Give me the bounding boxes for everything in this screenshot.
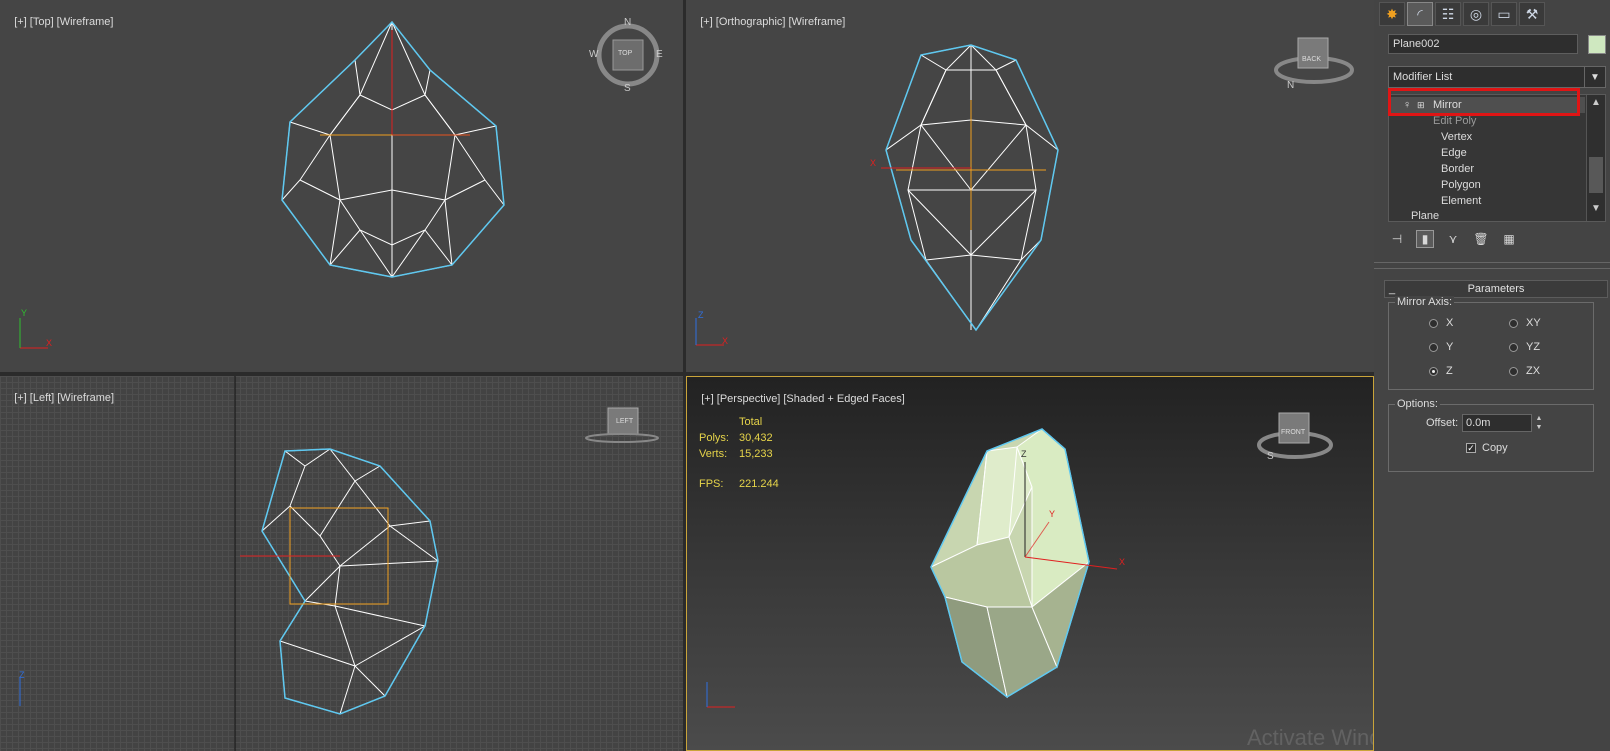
gizmo-z-label: Z xyxy=(1021,449,1027,459)
axis-zx-radio[interactable]: ZX xyxy=(1509,365,1540,377)
compass-w: W xyxy=(589,49,599,60)
gizmo-x-label: X xyxy=(1119,557,1126,567)
stack-item-plane[interactable]: Plane xyxy=(1411,208,1439,224)
object-color-swatch[interactable] xyxy=(1588,35,1606,54)
viewcube-back[interactable]: BACK xyxy=(1302,56,1321,63)
stack-item-polygon[interactable]: Polygon xyxy=(1441,177,1481,193)
stack-item-element[interactable]: Element xyxy=(1441,193,1481,209)
options-title: Options: xyxy=(1395,398,1440,410)
display-icon[interactable]: ▭ xyxy=(1491,2,1517,26)
activate-windows-watermark: Activate Windows xyxy=(1247,725,1373,750)
offset-label: Offset: xyxy=(1426,417,1459,429)
axis-z-label: Z xyxy=(19,670,25,680)
compass-s: S xyxy=(1267,451,1274,462)
divider xyxy=(1374,262,1610,263)
command-panel-tabs: ✸ ◜ ☷ ◎ ▭ ⚒ xyxy=(1379,2,1545,26)
axis-xy-radio[interactable]: XY xyxy=(1509,317,1541,329)
stack-item-vertex[interactable]: Vertex xyxy=(1441,129,1472,145)
divider xyxy=(1374,268,1610,269)
copy-label: Copy xyxy=(1482,442,1508,454)
compass-e: E xyxy=(656,49,663,60)
viewcube-top[interactable]: TOP xyxy=(618,50,632,57)
ortho-wireframe xyxy=(695,37,1354,346)
create-icon[interactable]: ✸ xyxy=(1379,2,1405,26)
persp-shaded-mesh xyxy=(706,412,1333,708)
viewport-orthographic[interactable]: [+] [Orthographic] [Wireframe] BACK N X Z … xyxy=(686,0,1374,372)
utilities-icon[interactable]: ⚒ xyxy=(1519,2,1545,26)
mirror-axis-group: Mirror Axis: X XY Y YZ Z ZX xyxy=(1388,296,1594,390)
axis-y-label: Y xyxy=(21,308,28,318)
command-panel: ✸ ◜ ☷ ◎ ▭ ⚒ Plane002 Modifier List ▼ ♀ ⊞ Mirr… xyxy=(1374,0,1610,751)
stack-item-edge[interactable]: Edge xyxy=(1441,145,1467,161)
copy-checkbox[interactable]: ✓ Copy xyxy=(1466,442,1508,454)
make-unique-icon[interactable]: ⋎ xyxy=(1444,230,1462,248)
axis-y-radio[interactable]: Y xyxy=(1429,341,1453,353)
axis-x-label: X xyxy=(46,338,53,348)
viewport-perspective[interactable]: [+] [Perspective] [Shaded + Edged Faces] T… xyxy=(686,376,1374,751)
pivot-x-label: X xyxy=(870,158,877,168)
collapse-icon[interactable]: _ xyxy=(1389,281,1395,297)
stack-scrollbar[interactable]: ▲ ▼ xyxy=(1586,95,1605,221)
scroll-up-icon[interactable]: ▲ xyxy=(1587,97,1605,111)
remove-modifier-icon[interactable]: 🗑 xyxy=(1472,230,1490,248)
compass-n: N xyxy=(1287,80,1295,91)
configure-modifier-sets-icon[interactable]: ▦ xyxy=(1500,230,1518,248)
checkbox-check-icon[interactable]: ✓ xyxy=(1466,443,1476,453)
show-end-result-icon[interactable]: ▮ xyxy=(1416,230,1434,248)
left-wireframe xyxy=(19,376,659,751)
axis-x-label: X xyxy=(722,336,729,346)
top-wireframe xyxy=(19,20,660,349)
modifier-list-label: Modifier List xyxy=(1393,71,1453,83)
compass-s: S xyxy=(624,83,631,94)
motion-icon[interactable]: ◎ xyxy=(1463,2,1489,26)
mirror-highlight-box xyxy=(1388,88,1580,116)
offset-spinner[interactable]: ▲ ▼ xyxy=(1534,414,1544,432)
axis-yz-radio[interactable]: YZ xyxy=(1509,341,1540,353)
viewcube-front[interactable]: FRONT xyxy=(1281,429,1305,436)
chevron-down-icon[interactable]: ▼ xyxy=(1584,67,1605,87)
stack-toolbar: ⊣ ▮ ⋎ 🗑 ▦ xyxy=(1388,230,1518,248)
compass-n: N xyxy=(624,17,632,28)
axis-z-radio[interactable]: Z xyxy=(1429,365,1453,377)
gizmo-y-label: Y xyxy=(1049,509,1056,519)
axis-x-radio[interactable]: X xyxy=(1429,317,1453,329)
pin-stack-icon[interactable]: ⊣ xyxy=(1388,230,1406,248)
axis-z-label: Z xyxy=(698,310,704,320)
hierarchy-icon[interactable]: ☷ xyxy=(1435,2,1461,26)
rollout-title: Parameters xyxy=(1467,283,1525,295)
stack-item-border[interactable]: Border xyxy=(1441,161,1474,177)
scroll-down-icon[interactable]: ▼ xyxy=(1587,203,1605,217)
modifier-list-dropdown[interactable]: Modifier List ▼ xyxy=(1388,66,1606,88)
viewport-top[interactable]: [+] [Top] [Wireframe] N S E W TOP Y X xyxy=(0,0,683,372)
viewport-left[interactable]: [+] [Left] [Wireframe] LEFT Z xyxy=(0,376,683,751)
modify-icon[interactable]: ◜ xyxy=(1407,2,1433,26)
offset-field[interactable]: 0.0m xyxy=(1462,414,1532,432)
viewcube-left[interactable]: LEFT xyxy=(616,418,633,425)
mirror-axis-title: Mirror Axis: xyxy=(1395,296,1454,308)
object-name-field[interactable]: Plane002 xyxy=(1388,34,1578,54)
scroll-thumb[interactable] xyxy=(1589,157,1603,193)
